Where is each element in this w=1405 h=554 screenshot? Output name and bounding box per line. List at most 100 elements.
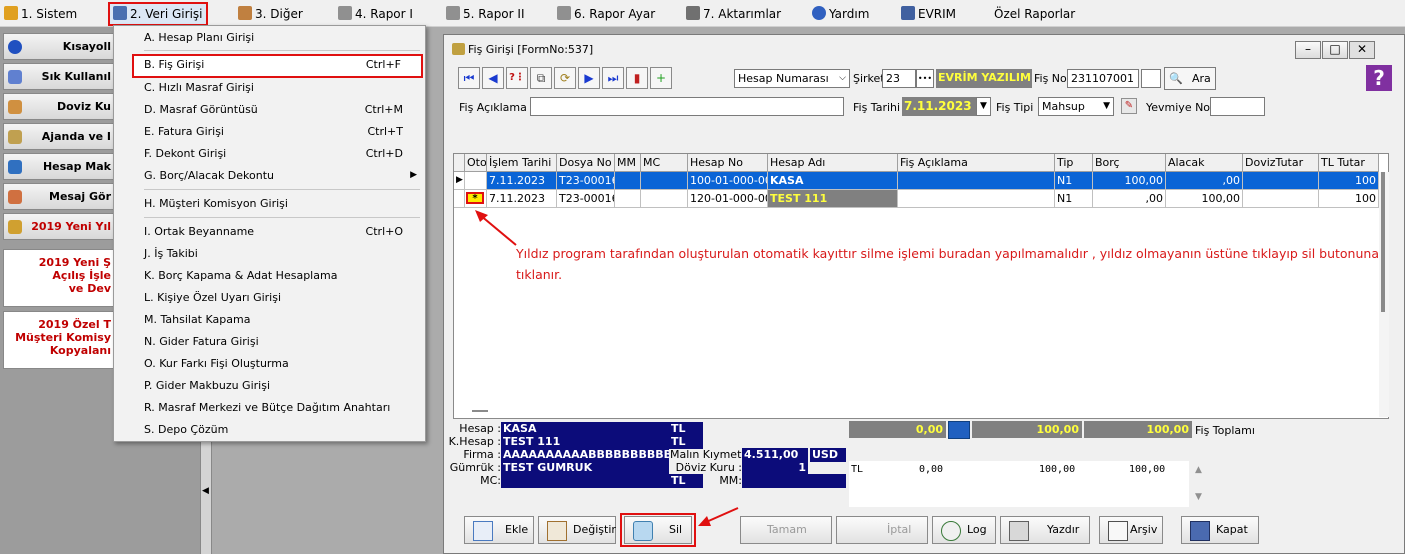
- grid-header-fis-aciklama[interactable]: Fiş Açıklama: [898, 154, 1055, 172]
- window-titlebar[interactable]: Fiş Girişi [FormNo:537] – □ ✕: [444, 35, 1404, 63]
- grid-cell-mc[interactable]: [641, 190, 688, 208]
- grid-header-tl-tutar[interactable]: TL Tutar: [1319, 154, 1379, 172]
- menu-rapor-1[interactable]: 4. Rapor I: [338, 4, 413, 24]
- search-field-select[interactable]: Hesap Numarası ⌵: [734, 69, 850, 88]
- sirket-input[interactable]: 23: [882, 69, 916, 88]
- shortcut-2019-yeni-yil[interactable]: 2019 Yeni Yıl: [3, 213, 115, 240]
- grid-cell-mc[interactable]: [641, 172, 688, 190]
- shortcut-hesap-makinesi[interactable]: Hesap Mak: [3, 153, 115, 180]
- grid-header-borc[interactable]: Borç: [1093, 154, 1166, 172]
- prev-record-icon[interactable]: ◀: [482, 67, 504, 89]
- grid-resize-handle[interactable]: [472, 410, 488, 412]
- degistir-button[interactable]: Değiştir: [538, 516, 616, 544]
- grid-cell-fis-aciklama[interactable]: [898, 172, 1055, 190]
- fis-aciklama-input[interactable]: [530, 97, 844, 116]
- maximize-button[interactable]: □: [1322, 41, 1348, 59]
- shortcut-sik-kullanilanlar[interactable]: Sık Kullanıl: [3, 63, 115, 90]
- yevmiye-no-input[interactable]: [1210, 97, 1265, 116]
- fis-tarihi-input[interactable]: 7.11.2023: [902, 97, 976, 116]
- grid-header-islem-tarihi[interactable]: İşlem Tarihi: [487, 154, 557, 172]
- calculator-icon[interactable]: [948, 421, 970, 439]
- menu-item-musteri-komisyon-girisi[interactable]: H. Müşteri Komisyon Girişi: [116, 193, 423, 214]
- grid-cell-hesap-adi[interactable]: TEST 111: [768, 190, 898, 208]
- shortcut-ozel-tanim[interactable]: 2019 Özel T Müşteri Komisy Kopyalanı: [3, 311, 115, 369]
- sirket-lookup-button[interactable]: •••: [916, 69, 934, 88]
- help-question-icon[interactable]: ?: [1366, 65, 1392, 91]
- first-record-icon[interactable]: ⏮: [458, 67, 480, 89]
- iptal-button[interactable]: İptal: [836, 516, 928, 544]
- shortcut-mesaj[interactable]: Mesaj Gör: [3, 183, 115, 210]
- grid-cell-oto[interactable]: *: [465, 190, 487, 208]
- lock-icon[interactable]: ▮: [626, 67, 648, 89]
- kapat-button[interactable]: Kapat: [1181, 516, 1259, 544]
- grid-cell-mm[interactable]: [615, 190, 641, 208]
- grid-cell-tip[interactable]: N1: [1055, 190, 1093, 208]
- menu-item-depo-cozum[interactable]: S. Depo Çözüm: [116, 419, 423, 440]
- collapse-arrow-icon[interactable]: ◀: [202, 487, 209, 496]
- menu-item-is-takibi[interactable]: J. İş Takibi: [116, 243, 423, 264]
- grid-cell-dosya-no[interactable]: T23-000164: [557, 172, 615, 190]
- grid-cell-fis-aciklama[interactable]: [898, 190, 1055, 208]
- menu-item-gider-fatura-girisi[interactable]: N. Gider Fatura Girişi: [116, 331, 423, 352]
- menu-sistem[interactable]: 1. Sistem: [4, 4, 77, 24]
- date-dropdown-icon[interactable]: ▼: [976, 97, 991, 116]
- fis-no-suffix-input[interactable]: [1141, 69, 1161, 88]
- menu-item-borc-alacak-dekontu[interactable]: G. Borç/Alacak Dekontu ▶: [116, 165, 423, 186]
- query-icon[interactable]: ?⋮: [506, 67, 528, 89]
- copy-icon[interactable]: ⧉: [530, 67, 552, 89]
- grid-header-mm[interactable]: MM: [615, 154, 641, 172]
- grid-cell-oto[interactable]: [465, 172, 487, 190]
- menu-veri-girisi[interactable]: 2. Veri Girişi: [108, 2, 208, 26]
- fis-tipi-select[interactable]: Mahsup ▼: [1038, 97, 1114, 116]
- scroll-up-icon[interactable]: ▲: [1195, 465, 1202, 475]
- menu-item-fis-girisi[interactable]: B. Fiş Girişi Ctrl+F: [132, 54, 423, 78]
- grid-header-mc[interactable]: MC: [641, 154, 688, 172]
- menu-evrim[interactable]: EVRIM: [901, 4, 956, 24]
- menu-rapor-2[interactable]: 5. Rapor II: [446, 4, 524, 24]
- ekle-button[interactable]: Ekle: [464, 516, 534, 544]
- grid-cell-doviz-tutar[interactable]: [1243, 190, 1319, 208]
- grid-cell-islem-tarihi[interactable]: 7.11.2023: [487, 172, 557, 190]
- close-button[interactable]: ✕: [1349, 41, 1375, 59]
- shortcut-kisayollar[interactable]: Kısayoll: [3, 33, 115, 60]
- menu-item-tahsilat-kapama[interactable]: M. Tahsilat Kapama: [116, 309, 423, 330]
- menu-item-masraf-merkezi[interactable]: R. Masraf Merkezi ve Bütçe Dağıtım Anaht…: [116, 397, 423, 418]
- add-record-icon[interactable]: +: [650, 67, 672, 89]
- menu-item-ortak-beyanname[interactable]: I. Ortak Beyanname Ctrl+O: [116, 221, 423, 242]
- grid-scroll-thumb[interactable]: [1381, 172, 1385, 312]
- grid-header-hesap-adi[interactable]: Hesap Adı: [768, 154, 898, 172]
- grid-header-hesap-no[interactable]: Hesap No: [688, 154, 768, 172]
- last-record-icon[interactable]: ⏭: [602, 67, 624, 89]
- grid-cell-borc[interactable]: ,00: [1093, 190, 1166, 208]
- log-button[interactable]: Log: [932, 516, 996, 544]
- shortcut-ajanda[interactable]: Ajanda ve I: [3, 123, 115, 150]
- grid-cell-borc[interactable]: 100,00: [1093, 172, 1166, 190]
- menu-item-gider-makbuzu[interactable]: P. Gider Makbuzu Girişi: [116, 375, 423, 396]
- grid-header-dosya-no[interactable]: Dosya No: [557, 154, 615, 172]
- next-record-icon[interactable]: ▶: [578, 67, 600, 89]
- grid-cell-tl-tutar[interactable]: 100: [1319, 190, 1379, 208]
- yazdir-button[interactable]: Yazdır: [1000, 516, 1090, 544]
- grid-cell-hesap-no[interactable]: 100-01-000-001: [688, 172, 768, 190]
- grid-cell-hesap-no[interactable]: 120-01-000-001: [688, 190, 768, 208]
- menu-item-kur-farki-fisi[interactable]: O. Kur Farkı Fişi Oluşturma: [116, 353, 423, 374]
- minimize-button[interactable]: –: [1295, 41, 1321, 59]
- grid-header-alacak[interactable]: Alacak: [1166, 154, 1243, 172]
- menu-aktarimlar[interactable]: 7. Aktarımlar: [686, 4, 781, 24]
- shortcut-doviz-kurlari[interactable]: Doviz Ku: [3, 93, 115, 120]
- menu-item-hizli-masraf-girisi[interactable]: C. Hızlı Masraf Girişi: [116, 77, 423, 98]
- grid-cell-islem-tarihi[interactable]: 7.11.2023: [487, 190, 557, 208]
- fis-no-input[interactable]: 231107001: [1067, 69, 1139, 88]
- menu-item-kisiye-ozel-uyari[interactable]: L. Kişiye Özel Uyarı Girişi: [116, 287, 423, 308]
- grid-cell-mm[interactable]: [615, 172, 641, 190]
- grid-header-tip[interactable]: Tip: [1055, 154, 1093, 172]
- grid-cell-tl-tutar[interactable]: 100: [1319, 172, 1379, 190]
- scroll-down-icon[interactable]: ▼: [1195, 492, 1202, 502]
- grid-header-doviz-tutar[interactable]: DovizTutar: [1243, 154, 1319, 172]
- grid-cell-doviz-tutar[interactable]: [1243, 172, 1319, 190]
- menu-item-borc-kapama[interactable]: K. Borç Kapama & Adat Hesaplama: [116, 265, 423, 286]
- grid-header-oto[interactable]: Oto: [465, 154, 487, 172]
- refresh-icon[interactable]: ⟳: [554, 67, 576, 89]
- menu-ozel-raporlar[interactable]: Özel Raporlar: [994, 4, 1075, 24]
- menu-item-hesap-plani-girisi[interactable]: A. Hesap Planı Girişi: [116, 27, 423, 48]
